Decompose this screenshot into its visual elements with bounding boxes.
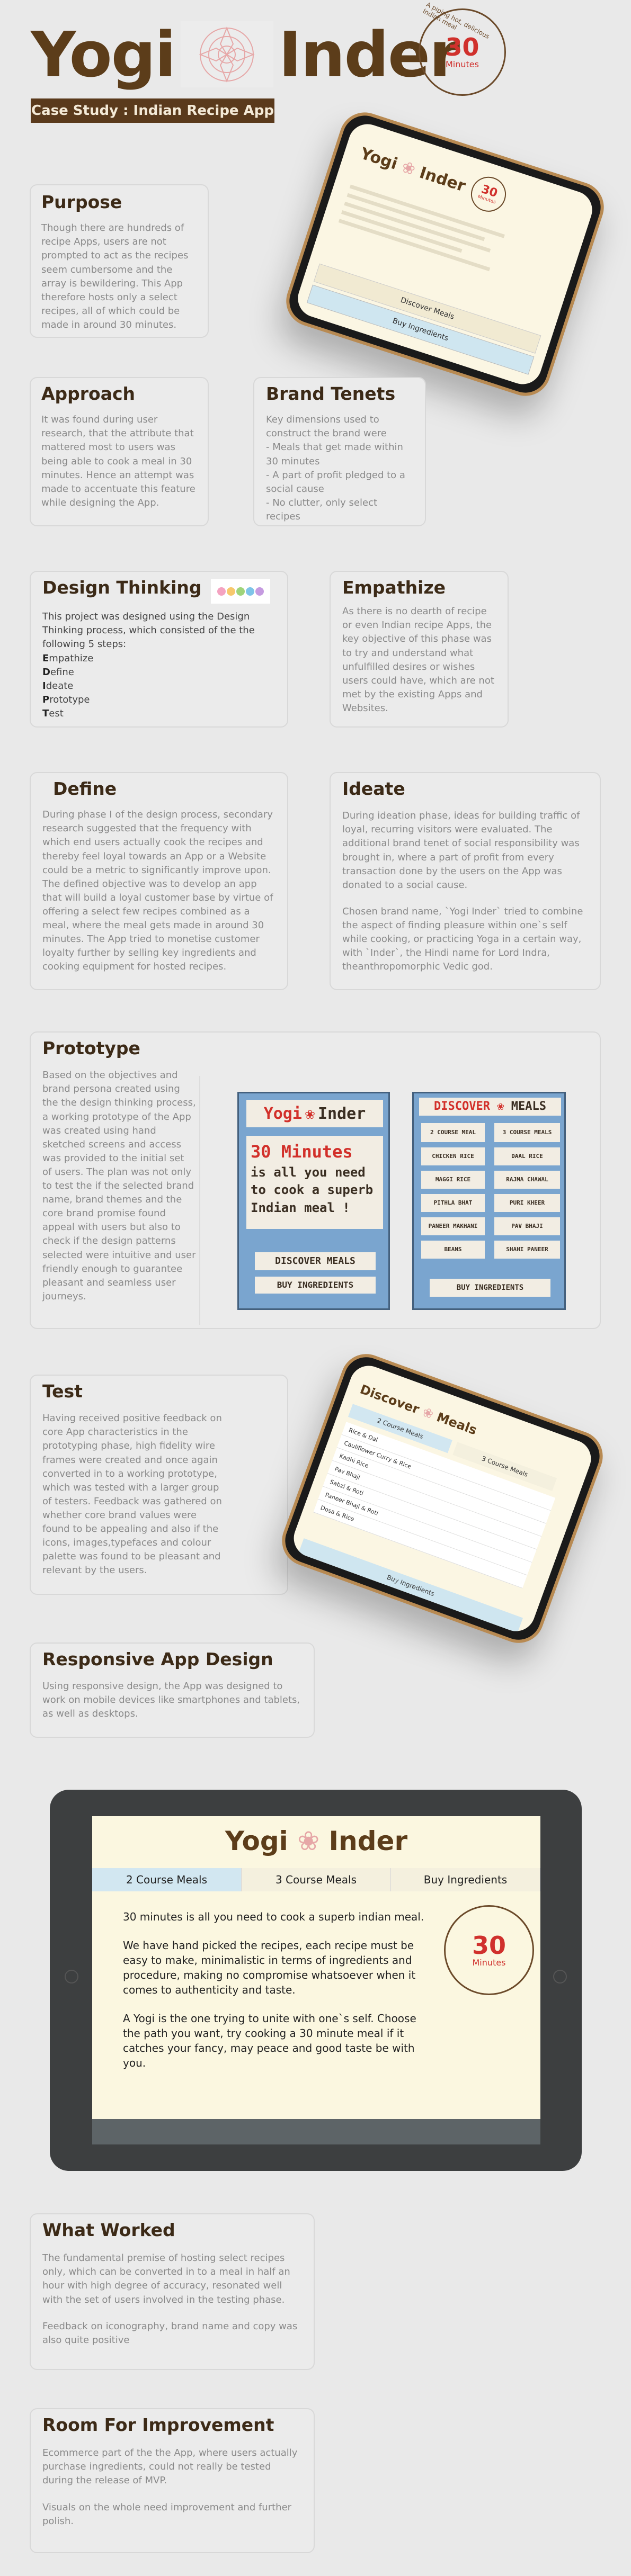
what-worked-card: What Worked The fundamental premise of h… xyxy=(30,2213,315,2370)
step-empathize: Empathize xyxy=(42,652,94,664)
improvement-text-2: Visuals on the whole need improvement an… xyxy=(42,2501,292,2527)
mandala-logo-icon xyxy=(180,21,273,87)
tablet-home-button-icon xyxy=(553,1970,567,1983)
phone2-lotus-icon: ❀ xyxy=(420,1404,436,1422)
tablet-paragraph-1: 30 minutes is all you need to cook a sup… xyxy=(123,1910,424,1923)
define-card: Define During phase I of the design proc… xyxy=(30,772,288,990)
phone-logo-left: Yogi xyxy=(358,144,400,174)
what-worked-title: What Worked xyxy=(42,2220,175,2240)
tablet-paragraph-2: We have hand picked the recipes, each re… xyxy=(123,1939,416,1996)
test-title: Test xyxy=(42,1381,83,1402)
improvement-title: Room For Improvement xyxy=(42,2415,274,2435)
ideate-card: Ideate During ideation phase, ideas for … xyxy=(330,772,601,990)
tablet-lotus-icon: ❀ xyxy=(297,1826,320,1856)
tablet-camera-icon xyxy=(65,1970,78,1983)
purpose-text: Though there are hundreds of recipe Apps… xyxy=(41,222,189,330)
phone-mockup-meals: Discover ❀ Meals 2 Course Meals 3 Course… xyxy=(274,1347,610,1650)
stamp-unit: Minutes xyxy=(446,59,479,69)
phone-mockup-home: Yogi ❀ Inder 30 Minutes Discover Meals B… xyxy=(279,105,611,403)
tab-3-course-meals[interactable]: 3 Course Meals xyxy=(242,1868,391,1891)
sketch-discover-button: DISCOVER MEALS xyxy=(255,1252,376,1270)
sketch-meals-screen: DISCOVER ❀ MEALS 2 COURSE MEAL 3 COURSE … xyxy=(412,1092,566,1310)
brand-title-left: Yogi xyxy=(31,17,176,91)
phone-logo-right: Inder xyxy=(417,163,468,196)
sketch-home-screen: Yogi ❀ Inder 30 Minutes is all you need … xyxy=(237,1092,390,1310)
brand-title: Yogi Inder xyxy=(31,17,460,91)
responsive-text: Using responsive design, the App was des… xyxy=(42,1681,300,1720)
approach-text: It was found during user research, that … xyxy=(41,414,195,508)
step-define: Define xyxy=(42,666,74,678)
purpose-title: Purpose xyxy=(41,192,122,212)
phone-stamp: 30 Minutes xyxy=(466,172,511,217)
lotus-icon: ❀ xyxy=(399,157,418,179)
empathize-text: As there is no dearth of recipe or even … xyxy=(342,606,494,714)
brand-tenets-card: Brand Tenets Key dimensions used to cons… xyxy=(253,377,426,526)
sketch-lotus-icon: ❀ xyxy=(305,1104,315,1123)
test-text: Having received positive feedback on cor… xyxy=(42,1413,222,1576)
prototype-text: Based on the objectives and brand person… xyxy=(42,1070,196,1302)
purpose-card: Purpose Though there are hundreds of rec… xyxy=(30,184,209,338)
test-card: Test Having received positive feedback o… xyxy=(30,1375,288,1595)
tablet-paragraph-3: A Yogi is the one trying to unite with o… xyxy=(123,2012,416,2069)
define-title: Define xyxy=(53,778,117,799)
step-ideate: Ideate xyxy=(42,680,74,692)
empathize-card: Empathize As there is no dearth of recip… xyxy=(330,571,509,728)
what-worked-text-1: The fundamental premise of hosting selec… xyxy=(42,2252,290,2305)
prototype-title: Prototype xyxy=(42,1038,140,1058)
improvement-card: Room For Improvement Ecommerce part of t… xyxy=(30,2408,315,2553)
tablet-tabs: 2 Course Meals 3 Course Meals Buy Ingred… xyxy=(92,1868,540,1891)
design-thinking-intro: This project was designed using the Desi… xyxy=(42,611,255,650)
responsive-title: Responsive App Design xyxy=(42,1649,273,1670)
case-study-banner: Case Study : Indian Recipe App xyxy=(31,98,274,123)
ideate-text-1: During ideation phase, ideas for buildin… xyxy=(342,810,580,891)
tab-2-course-meals[interactable]: 2 Course Meals xyxy=(92,1868,242,1891)
improvement-text-1: Ecommerce part of the the App, where use… xyxy=(42,2447,298,2487)
thirty-minutes-stamp: A piping hot, delicious Indian meal 30 M… xyxy=(419,1,506,96)
step-prototype: Prototype xyxy=(42,694,90,705)
ideate-text-2: Chosen brand name, `Yogi Inder` tried to… xyxy=(342,905,583,973)
brand-tenets-title: Brand Tenets xyxy=(266,383,396,404)
empathize-title: Empathize xyxy=(342,577,446,598)
brand-tenets-text: Key dimensions used to construct the bra… xyxy=(266,414,405,522)
approach-title: Approach xyxy=(41,383,136,404)
design-thinking-steps: Empathize Define Ideate Prototype Test xyxy=(42,652,275,721)
prototype-card: Prototype Based on the objectives and br… xyxy=(30,1031,601,1329)
define-text: During phase I of the design process, se… xyxy=(42,809,273,973)
sketch-buy-button: BUY INGREDIENTS xyxy=(255,1277,376,1294)
phone2-tab-right[interactable]: Meals xyxy=(434,1410,479,1438)
tablet-stamp: 30 Minutes xyxy=(444,1905,534,1995)
tablet-logo: Yogi ❀ Inder xyxy=(225,1826,408,1856)
tab-buy-ingredients[interactable]: Buy Ingredients xyxy=(391,1868,540,1891)
step-test: Test xyxy=(42,707,64,719)
tablet-body: 30 minutes is all you need to cook a sup… xyxy=(123,1909,430,2084)
responsive-card: Responsive App Design Using responsive d… xyxy=(30,1642,315,1738)
tablet-bottom-bar xyxy=(92,2119,540,2144)
ideate-title: Ideate xyxy=(342,778,405,799)
design-thinking-dots-icon xyxy=(211,579,270,604)
approach-card: Approach It was found during user resear… xyxy=(30,377,209,526)
tablet-mockup: Yogi ❀ Inder 2 Course Meals 3 Course Mea… xyxy=(50,1790,582,2171)
design-thinking-card: Design Thinking This project was designe… xyxy=(30,571,288,728)
what-worked-text-2: Feedback on iconography, brand name and … xyxy=(42,2320,298,2346)
